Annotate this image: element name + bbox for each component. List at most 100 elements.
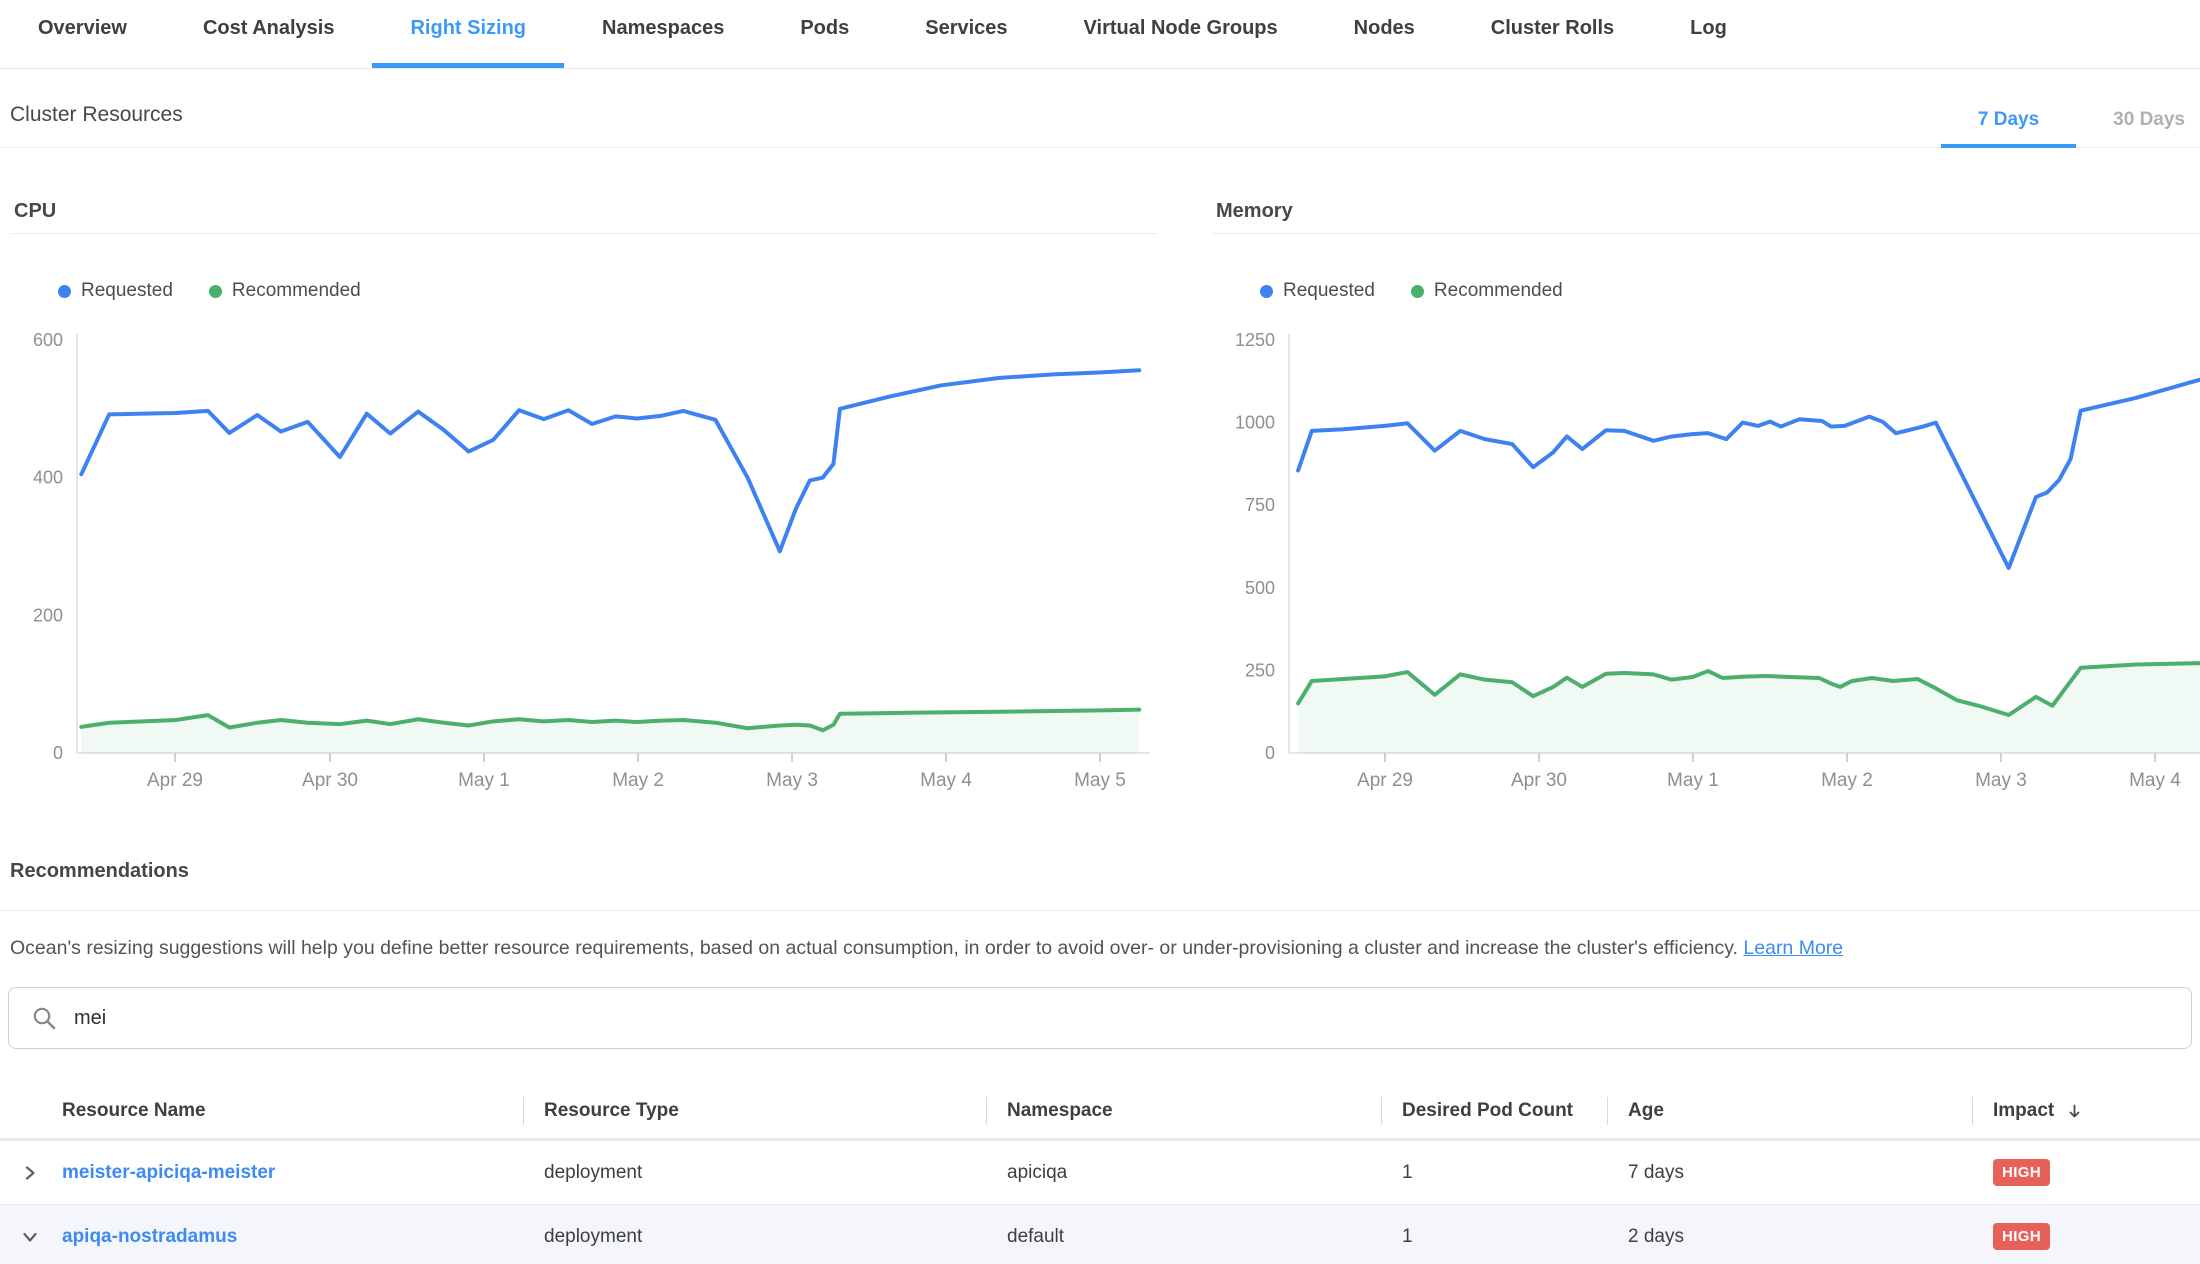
collapse-row-button[interactable] bbox=[18, 1225, 42, 1249]
column-label: Namespace bbox=[1007, 1100, 1113, 1122]
column-header-resource-type[interactable]: Resource Type bbox=[523, 1084, 986, 1138]
time-range-toggle: 7 Days30 Days bbox=[1941, 109, 2200, 147]
tab-bar: OverviewCost AnalysisRight SizingNamespa… bbox=[0, 0, 2200, 69]
tab-log[interactable]: Log bbox=[1652, 0, 1765, 68]
svg-text:0: 0 bbox=[53, 743, 63, 763]
tab-right-sizing[interactable]: Right Sizing bbox=[372, 0, 564, 68]
legend-label: Recommended bbox=[232, 280, 361, 302]
cpu-chart-title: CPU bbox=[10, 200, 1157, 234]
resource-link[interactable]: meister-apiciqa-meister bbox=[62, 1162, 275, 1184]
tab-pods[interactable]: Pods bbox=[762, 0, 887, 68]
range-7-days[interactable]: 7 Days bbox=[1941, 109, 2076, 147]
svg-text:Apr 30: Apr 30 bbox=[302, 770, 358, 791]
legend-dot-recommended bbox=[1411, 285, 1424, 298]
column-label: Desired Pod Count bbox=[1402, 1100, 1573, 1122]
search-box[interactable] bbox=[8, 987, 2192, 1049]
memory-chart: 025050075010001250Apr 29Apr 30May 1May 2… bbox=[1212, 328, 2200, 798]
charts-row: CPU Requested Recommended 0 200 400 600 Apr 2… bbox=[0, 200, 2200, 798]
cell-age: 7 days bbox=[1607, 1162, 1972, 1184]
table-body: meister-apiciqa-meisterdeploymentapiciqa… bbox=[0, 1141, 2200, 1264]
svg-text:200: 200 bbox=[33, 605, 63, 625]
svg-text:500: 500 bbox=[1245, 578, 1275, 598]
cell-resource-type: deployment bbox=[523, 1226, 986, 1248]
tab-services[interactable]: Services bbox=[887, 0, 1045, 68]
svg-text:Apr 29: Apr 29 bbox=[147, 770, 203, 791]
recommendations-description: Ocean's resizing suggestions will help y… bbox=[10, 937, 2190, 960]
cpu-chart: 0 200 400 600 Apr 29 Apr 30 May 1 May 2 May 3 May… bbox=[10, 328, 1157, 798]
cell-impact: HIGH bbox=[1972, 1223, 2200, 1250]
expand-row-button[interactable] bbox=[18, 1161, 42, 1185]
chevron-right-icon bbox=[22, 1165, 38, 1181]
cell-resource-name: apiqa-nostradamus bbox=[0, 1225, 523, 1249]
range-30-days[interactable]: 30 Days bbox=[2076, 109, 2200, 147]
cell-namespace: default bbox=[986, 1226, 1381, 1248]
recommendations-heading: Recommendations bbox=[10, 860, 2200, 883]
svg-text:May 3: May 3 bbox=[766, 770, 818, 791]
tab-cost-analysis[interactable]: Cost Analysis bbox=[165, 0, 373, 68]
cell-age: 2 days bbox=[1607, 1226, 1972, 1248]
recommendations-description-text: Ocean's resizing suggestions will help y… bbox=[10, 937, 1738, 959]
legend-item-recommended[interactable]: Recommended bbox=[1411, 280, 1563, 302]
tab-cluster-rolls[interactable]: Cluster Rolls bbox=[1453, 0, 1652, 68]
legend-label: Requested bbox=[1283, 280, 1375, 302]
svg-text:600: 600 bbox=[33, 330, 63, 350]
svg-text:May 1: May 1 bbox=[458, 770, 510, 791]
memory-chart-title: Memory bbox=[1212, 200, 2200, 234]
svg-text:May 1: May 1 bbox=[1667, 770, 1719, 791]
legend-item-requested[interactable]: Requested bbox=[58, 280, 173, 302]
cell-resource-type: deployment bbox=[523, 1162, 986, 1184]
cell-desired-pod-count: 1 bbox=[1381, 1226, 1607, 1248]
column-header-desired-pod-count[interactable]: Desired Pod Count bbox=[1381, 1084, 1607, 1138]
svg-text:May 4: May 4 bbox=[2129, 770, 2181, 791]
memory-chart-panel: Memory Requested Recommended 0 250 500 750 10… bbox=[1212, 200, 2200, 798]
tab-overview[interactable]: Overview bbox=[0, 0, 165, 68]
cpu-chart-legend: Requested Recommended bbox=[58, 280, 1157, 302]
column-label: Resource Name bbox=[62, 1100, 206, 1122]
svg-text:1000: 1000 bbox=[1235, 413, 1275, 433]
legend-label: Requested bbox=[81, 280, 173, 302]
column-header-age[interactable]: Age bbox=[1607, 1084, 1972, 1138]
impact-badge: HIGH bbox=[1993, 1223, 2050, 1250]
section-title: Cluster Resources bbox=[10, 103, 183, 147]
recommendations-table: Resource Name Resource Type Namespace Desir… bbox=[0, 1084, 2200, 1264]
svg-text:1250: 1250 bbox=[1235, 330, 1275, 350]
table-row: apiqa-nostradamus deploymentdefault12 day… bbox=[0, 1205, 2200, 1264]
legend-item-recommended[interactable]: Recommended bbox=[209, 280, 361, 302]
table-row: meister-apiciqa-meister deploymentapiciqa… bbox=[0, 1141, 2200, 1205]
cell-impact: HIGH bbox=[1972, 1159, 2200, 1186]
legend-item-requested[interactable]: Requested bbox=[1260, 280, 1375, 302]
sort-desc-icon bbox=[2066, 1103, 2083, 1120]
svg-text:750: 750 bbox=[1245, 495, 1275, 515]
svg-text:May 4: May 4 bbox=[920, 770, 972, 791]
cell-desired-pod-count: 1 bbox=[1381, 1162, 1607, 1184]
column-header-namespace[interactable]: Namespace bbox=[986, 1084, 1381, 1138]
svg-text:250: 250 bbox=[1245, 660, 1275, 680]
column-label: Age bbox=[1628, 1100, 1664, 1122]
search-input[interactable] bbox=[74, 1007, 2171, 1030]
search-icon bbox=[31, 1005, 58, 1032]
learn-more-link[interactable]: Learn More bbox=[1743, 937, 1843, 959]
cell-resource-name: meister-apiciqa-meister bbox=[0, 1161, 523, 1185]
tab-virtual-node-groups[interactable]: Virtual Node Groups bbox=[1046, 0, 1316, 68]
legend-dot-recommended bbox=[209, 285, 222, 298]
cpu-chart-panel: CPU Requested Recommended 0 200 400 600 Apr 2… bbox=[10, 200, 1157, 798]
recommendations-header: Recommendations bbox=[0, 860, 2200, 911]
tab-nodes[interactable]: Nodes bbox=[1316, 0, 1453, 68]
column-header-resource-name[interactable]: Resource Name bbox=[0, 1084, 523, 1138]
column-header-impact[interactable]: Impact bbox=[1972, 1084, 2200, 1138]
tab-namespaces[interactable]: Namespaces bbox=[564, 0, 762, 68]
svg-text:0: 0 bbox=[1265, 743, 1275, 763]
column-label: Impact bbox=[1993, 1100, 2054, 1122]
legend-dot-requested bbox=[58, 285, 71, 298]
cell-namespace: apiciqa bbox=[986, 1162, 1381, 1184]
legend-dot-requested bbox=[1260, 285, 1273, 298]
cluster-resources-header: Cluster Resources 7 Days30 Days bbox=[0, 69, 2200, 148]
table-header-row: Resource Name Resource Type Namespace Desir… bbox=[0, 1084, 2200, 1141]
legend-label: Recommended bbox=[1434, 280, 1563, 302]
svg-text:Apr 30: Apr 30 bbox=[1511, 770, 1567, 791]
svg-text:May 2: May 2 bbox=[1821, 770, 1873, 791]
chevron-down-icon bbox=[22, 1229, 38, 1245]
svg-text:400: 400 bbox=[33, 468, 63, 488]
svg-text:May 2: May 2 bbox=[612, 770, 664, 791]
resource-link[interactable]: apiqa-nostradamus bbox=[62, 1226, 237, 1248]
